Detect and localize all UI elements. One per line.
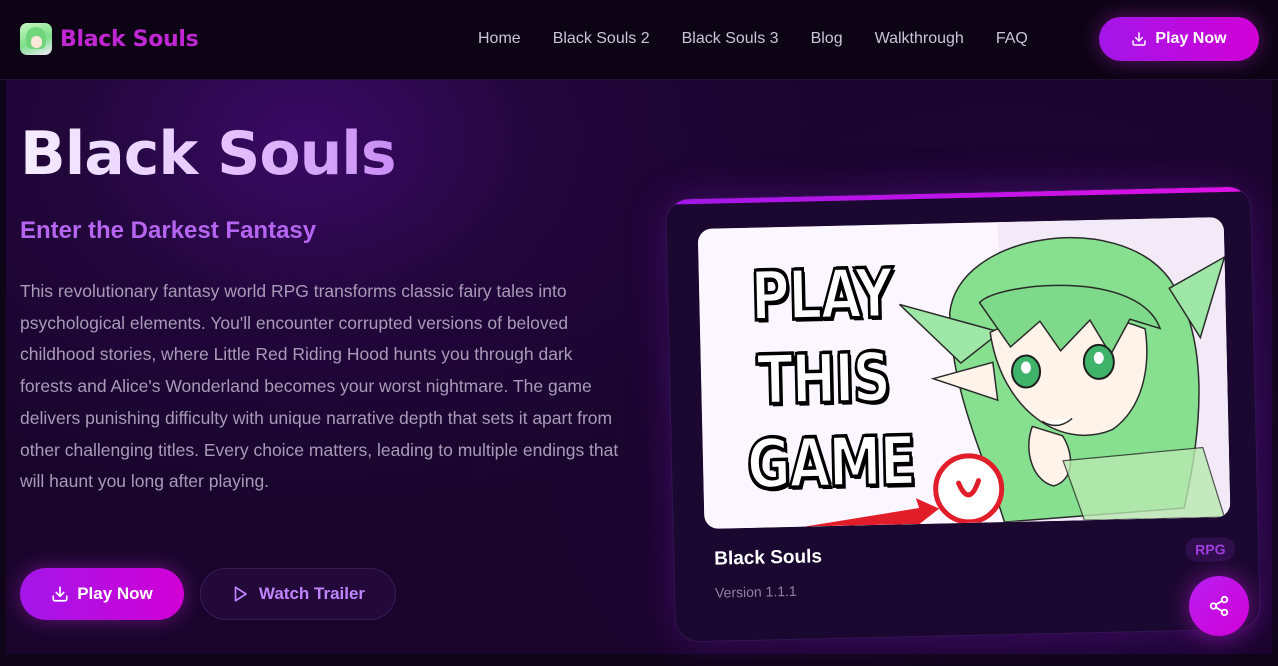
nav-black-souls-3[interactable]: Black Souls 3 <box>682 28 779 50</box>
hero-description: This revolutionary fantasy world RPG tra… <box>20 281 619 492</box>
game-card[interactable]: PLAY THIS GAME Black Souls Version 1.1.1… <box>665 185 1261 643</box>
share-button[interactable] <box>1189 576 1249 636</box>
genre-badge: RPG <box>1184 536 1236 562</box>
watch-trailer-label: Watch Trailer <box>258 584 366 603</box>
main-nav: Home Black Souls 2 Black Souls 3 Blog Wa… <box>478 28 1028 50</box>
card-version: Version 1.1.1 <box>714 582 797 601</box>
hero-play-now-label: Play Now <box>77 584 153 603</box>
card-title: Black Souls <box>713 546 823 570</box>
nav-walkthrough[interactable]: Walkthrough <box>875 28 964 50</box>
nav-home[interactable]: Home <box>478 28 521 50</box>
game-cover-image: PLAY THIS GAME <box>697 217 1231 529</box>
watch-trailer-button[interactable]: Watch Trailer <box>200 568 396 620</box>
header-play-now-button[interactable]: Play Now <box>1099 17 1259 61</box>
header-play-now-label: Play Now <box>1155 30 1227 47</box>
brand-logo <box>20 23 52 55</box>
nav-black-souls-2[interactable]: Black Souls 2 <box>553 28 650 50</box>
game-card-body: PLAY THIS GAME Black Souls Version 1.1.1… <box>665 185 1261 643</box>
download-icon <box>51 585 69 603</box>
cover-promo-text: PLAY THIS GAME <box>745 253 917 506</box>
download-icon <box>1131 31 1147 47</box>
nav-blog[interactable]: Blog <box>811 28 843 50</box>
site-header: Black Souls Home Black Souls 2 Black Sou… <box>0 0 1278 80</box>
hero-play-now-button[interactable]: Play Now <box>20 568 184 620</box>
share-icon <box>1208 595 1230 617</box>
hero-subtitle: Enter the Darkest Fantasy <box>20 217 317 244</box>
nav-faq[interactable]: FAQ <box>996 28 1028 50</box>
brand-name: Black Souls <box>60 26 199 52</box>
play-icon <box>231 585 249 603</box>
brand[interactable]: Black Souls <box>20 23 199 55</box>
hero-title: Black Souls <box>20 119 397 189</box>
